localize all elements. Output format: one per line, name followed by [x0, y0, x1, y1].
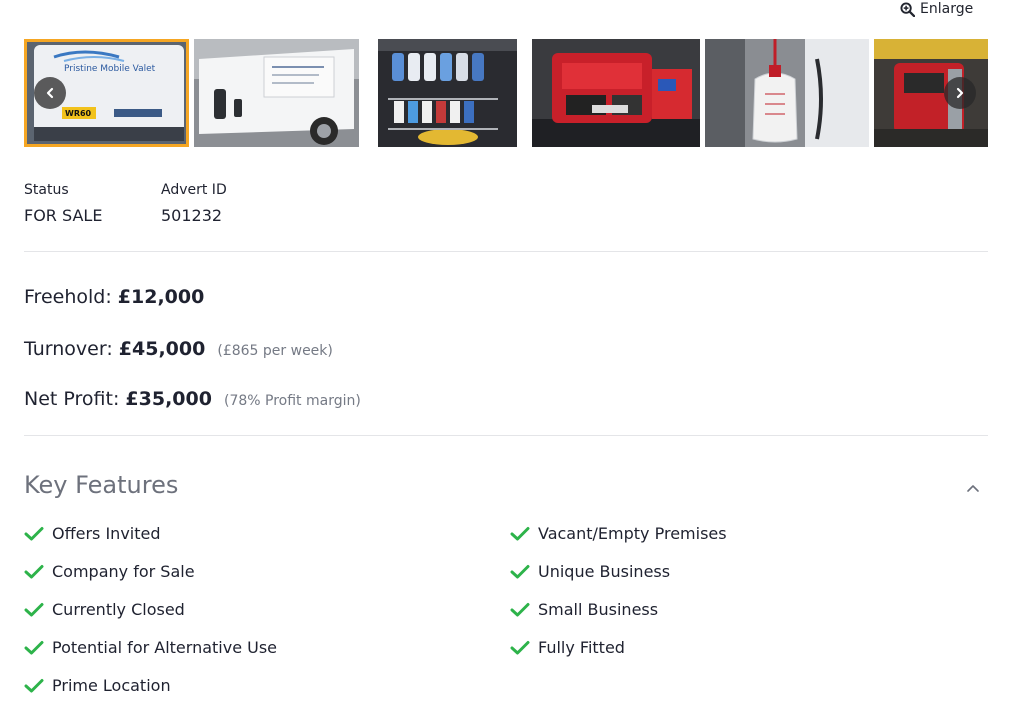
feature-label: Fully Fitted [538, 638, 625, 657]
feature-label: Offers Invited [52, 524, 161, 543]
advert-id-value: 501232 [161, 206, 223, 225]
feature-item: Small Business [510, 600, 658, 619]
check-icon [510, 640, 530, 654]
freehold-value: £12,000 [117, 286, 205, 308]
gallery-prev-button[interactable] [34, 77, 66, 109]
check-icon [510, 564, 530, 578]
divider [24, 251, 988, 252]
check-icon [24, 602, 44, 616]
key-features-title: Key Features [24, 471, 179, 499]
feature-label: Vacant/Empty Premises [538, 524, 727, 543]
enlarge-label: Enlarge [920, 1, 974, 17]
status-column: Status FOR SALE [24, 182, 102, 225]
feature-item: Prime Location [24, 676, 171, 695]
feature-item: Currently Closed [24, 600, 185, 619]
zoom-in-icon [900, 1, 915, 17]
feature-label: Small Business [538, 600, 659, 619]
check-icon [24, 640, 44, 654]
feature-item: Offers Invited [24, 524, 161, 543]
feature-label: Unique Business [538, 562, 671, 581]
check-icon [510, 526, 530, 540]
van-sign-text: Pristine Mobile Valet [64, 64, 156, 74]
freehold-line: Freehold: £12,000 [24, 286, 204, 308]
feature-label: Prime Location [52, 676, 171, 695]
collapse-key-features-button[interactable] [966, 478, 980, 497]
gallery-next-button[interactable] [944, 77, 976, 109]
gallery-thumbnail-sprayer[interactable] [705, 39, 869, 147]
advert-id-column: Advert ID 501232 [161, 182, 227, 225]
feature-label: Company for Sale [52, 562, 195, 581]
gallery-thumbnail-van-side[interactable] [194, 39, 359, 147]
check-icon [24, 526, 44, 540]
check-icon [24, 678, 44, 692]
turnover-label: Turnover: [24, 338, 113, 360]
gallery-thumbnail-generator[interactable] [532, 39, 700, 147]
net-profit-value: £35,000 [125, 388, 212, 410]
feature-item: Potential for Alternative Use [24, 638, 277, 657]
status-value: FOR SALE [24, 206, 103, 225]
feature-item: Vacant/Empty Premises [510, 524, 727, 543]
chevron-up-icon [967, 485, 979, 492]
feature-label: Currently Closed [52, 600, 185, 619]
divider [24, 435, 988, 436]
net-profit-label: Net Profit: [24, 388, 120, 410]
net-profit-line: Net Profit: £35,000 (78% Profit margin) [24, 388, 361, 410]
turnover-line: Turnover: £45,000 (£865 per week) [24, 338, 333, 360]
image-gallery: Pristine Mobile Valet WR60 [24, 39, 988, 147]
turnover-value: £45,000 [118, 338, 206, 360]
chevron-left-icon [46, 87, 54, 99]
net-profit-note: (78% Profit margin) [224, 393, 361, 409]
advert-id-label: Advert ID [161, 182, 227, 198]
turnover-note: (£865 per week) [217, 343, 333, 359]
chevron-right-icon [956, 87, 964, 99]
gallery-thumbnail-cleaning-products[interactable] [378, 39, 517, 147]
freehold-label: Freehold: [24, 286, 112, 308]
feature-item: Unique Business [510, 562, 670, 581]
plate-text: WR60 [65, 109, 92, 118]
check-icon [24, 564, 44, 578]
check-icon [510, 602, 530, 616]
status-label: Status [24, 182, 69, 198]
feature-item: Fully Fitted [510, 638, 625, 657]
feature-label: Potential for Alternative Use [52, 638, 278, 657]
enlarge-button[interactable]: Enlarge [900, 0, 973, 18]
feature-item: Company for Sale [24, 562, 195, 581]
